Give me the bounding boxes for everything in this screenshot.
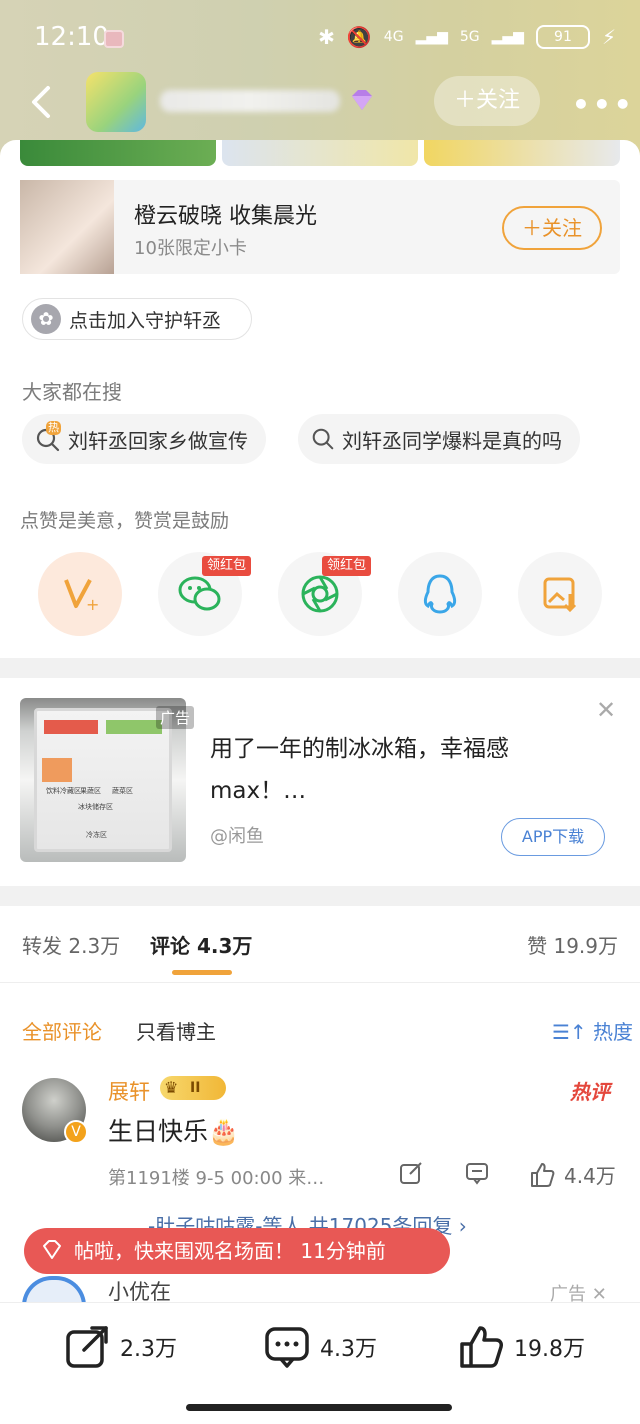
fan-level-badge: ♛ II — [160, 1076, 226, 1100]
hot-search-icon: 热 — [34, 421, 62, 453]
tab-repost[interactable]: 转发 2.3万 — [22, 930, 120, 959]
tab-active-indicator — [172, 970, 232, 975]
filter-author-only[interactable]: 只看博主 — [136, 1016, 216, 1045]
bluetooth-icon: ✱ — [318, 25, 335, 49]
comment-like-count: 4.4万 — [564, 1164, 616, 1188]
section-divider — [0, 658, 640, 678]
signal-icon: ▂▄▆ — [415, 29, 448, 45]
bottom-like-button[interactable]: 19.8万 — [458, 1324, 585, 1370]
signal-icon: ▂▄▆ — [491, 29, 524, 45]
bottom-like-count: 19.8万 — [514, 1337, 585, 1362]
section-divider — [0, 886, 640, 906]
red-packet-tag: 领红包 — [322, 556, 372, 576]
search-section-title: 大家都在搜 — [22, 380, 122, 404]
ad-label: 广告 — [156, 706, 195, 729]
card-title: 橙云破晓 收集晨光 — [134, 204, 317, 229]
sort-label: 热度 — [593, 1020, 634, 1044]
qq-icon — [423, 574, 457, 614]
more-icon[interactable]: ••• — [572, 88, 635, 121]
follow-button-top[interactable]: ＋关注 — [434, 76, 540, 126]
svg-text:+: + — [86, 595, 99, 614]
commenter-name[interactable]: 展轩 — [108, 1076, 150, 1106]
fan-level-text: II — [190, 1080, 201, 1096]
ad-image-label: 冰块储存区 — [78, 803, 113, 811]
ad-image-label: 蔬菜区 — [112, 787, 133, 795]
repost-icon — [66, 1326, 108, 1368]
battery-icon: 91 — [535, 25, 590, 49]
join-guard-button[interactable]: ✿ 点击加入守护轩丞 — [22, 298, 252, 340]
network-5g: 5G — [459, 29, 480, 45]
thumb-up-icon — [460, 1326, 503, 1368]
image-strip-3[interactable] — [424, 140, 620, 166]
bottom-repost-button[interactable]: 2.3万 — [64, 1324, 177, 1370]
bottom-comment-button[interactable]: 4.3万 — [264, 1324, 377, 1370]
card-follow-button[interactable]: ＋关注 — [502, 206, 602, 250]
blurred-username — [160, 90, 340, 112]
notification-dot-icon — [104, 30, 124, 48]
verified-badge-icon: V — [64, 1120, 88, 1144]
notification-toast[interactable]: 帖啦，快来围观名场面！ 11分钟前 — [24, 1228, 450, 1274]
status-icons: ✱ 🔕 4G ▂▄▆ 5G ▂▄▆ 91 ⚡ — [318, 22, 616, 52]
sort-by-hot[interactable]: ☰↑ 热度 — [552, 1016, 633, 1045]
status-time: 12:10 — [34, 22, 109, 52]
reward-button[interactable]: + — [38, 552, 122, 636]
status-bar: 12:10 ✱ 🔕 4G ▂▄▆ 5G ▂▄▆ 91 ⚡ — [0, 0, 640, 70]
diamond-badge-icon — [352, 90, 372, 110]
search-pill-1[interactable]: 热 刘轩丞回家乡做宣传 — [22, 414, 266, 464]
search-icon — [312, 428, 334, 450]
bottom-comment-count: 4.3万 — [320, 1337, 377, 1362]
ad-image-label: 饮料冷藏区 — [46, 787, 81, 795]
comment-meta: 第1191楼 9-5 00:00 来… — [108, 1168, 325, 1189]
tab-divider — [0, 982, 640, 983]
share-qq-button[interactable] — [398, 552, 482, 636]
praise-note: 点赞是美意，赞赏是鼓励 — [20, 510, 230, 532]
share-icon[interactable] — [398, 1160, 424, 1186]
card-subtitle: 10张限定小卡 — [134, 238, 247, 259]
crown-icon: ♛ — [164, 1078, 179, 1097]
ad-title[interactable]: 用了一年的制冰冰箱，幸福感max！… — [210, 728, 590, 812]
reply-icon[interactable] — [464, 1160, 490, 1186]
tab-comment[interactable]: 评论 4.3万 — [150, 930, 252, 959]
comment-text: 生日快乐🎂 — [108, 1117, 240, 1146]
thumb-up-icon — [531, 1162, 555, 1187]
search-pill-2[interactable]: 刘轩丞同学爆料是真的吗 — [298, 414, 580, 464]
app-download-button[interactable]: APP下载 — [501, 818, 605, 856]
image-strip-1[interactable] — [20, 140, 216, 166]
sort-icon: ☰↑ — [552, 1020, 587, 1044]
image-strip-2[interactable] — [222, 140, 418, 166]
back-arrow-icon[interactable] — [22, 82, 62, 122]
reward-v-icon: + — [64, 579, 99, 614]
mute-icon: 🔕 — [346, 25, 372, 49]
network-4g: 4G — [383, 29, 404, 45]
diamond-icon — [43, 1240, 61, 1259]
ad-source: @闲鱼 — [210, 826, 264, 847]
search-pill-label: 刘轩丞回家乡做宣传 — [68, 428, 248, 453]
search-pill-label: 刘轩丞同学爆料是真的吗 — [342, 428, 562, 453]
red-packet-tag: 领红包 — [202, 556, 252, 576]
home-indicator — [186, 1404, 452, 1411]
close-icon[interactable]: ✕ — [596, 696, 616, 724]
hot-badge: 热 — [46, 421, 61, 435]
hot-comment-tag: 热评 — [570, 1080, 610, 1104]
tab-like[interactable]: 赞 19.9万 — [527, 930, 618, 959]
flower-icon: ✿ — [31, 304, 61, 334]
comment-icon — [265, 1327, 309, 1368]
save-image-button[interactable] — [518, 552, 602, 636]
ad-image-label: 果蔬区 — [80, 787, 101, 795]
moments-icon — [301, 575, 339, 613]
bottom-repost-count: 2.3万 — [120, 1337, 177, 1362]
guard-label: 点击加入守护轩丞 — [69, 309, 222, 332]
author-avatar[interactable] — [86, 72, 146, 132]
filter-all-comments[interactable]: 全部评论 — [22, 1016, 102, 1045]
card-thumbnail — [20, 180, 114, 274]
ad-image-label: 冷冻区 — [86, 831, 107, 839]
comment-like-button[interactable]: 4.4万 — [528, 1160, 616, 1189]
charging-icon: ⚡ — [601, 25, 616, 49]
wechat-icon — [178, 576, 221, 611]
save-image-icon — [543, 577, 577, 613]
